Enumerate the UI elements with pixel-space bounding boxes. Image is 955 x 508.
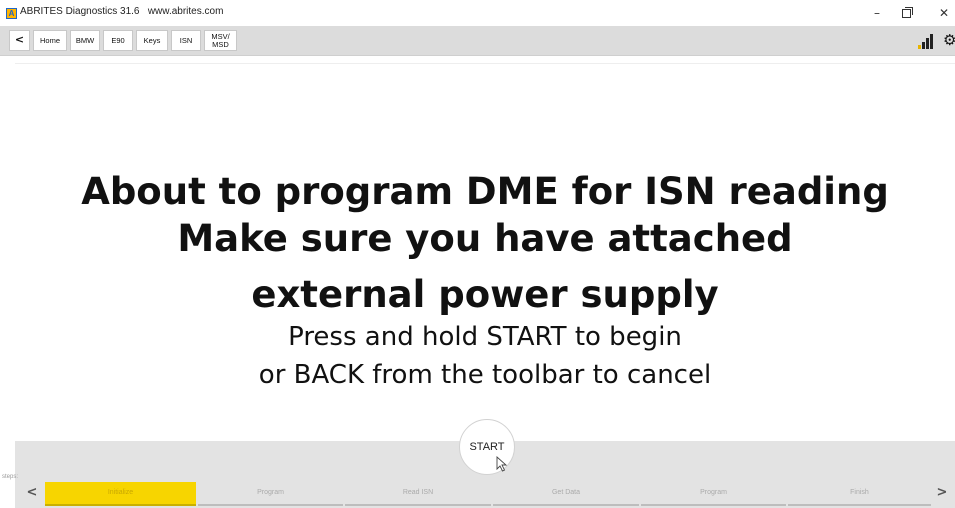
steps-label: steps:: [2, 474, 19, 480]
message-line-1: About to program DME for ISN reading: [81, 170, 889, 213]
breadcrumb-msv-msd[interactable]: MSV/ MSD: [204, 30, 237, 51]
back-button[interactable]: <: [9, 30, 30, 51]
step-get-data: Get Data: [493, 482, 639, 506]
breadcrumb-isn[interactable]: ISN: [171, 30, 201, 51]
title-bar: A ABRITES Diagnostics 31.6 www.abrites.c…: [0, 0, 955, 26]
minimize-button[interactable]: –: [866, 4, 888, 22]
message-line-3: external power supply: [251, 273, 719, 316]
message-panel: About to program DME for ISN reading Mak…: [15, 63, 955, 442]
gear-icon[interactable]: ⚙: [943, 31, 955, 49]
step-finish: Finish: [788, 482, 931, 506]
restore-button[interactable]: [896, 4, 918, 22]
step-initialize: Initialize: [45, 482, 196, 506]
breadcrumb-e90[interactable]: E90: [103, 30, 133, 51]
message-line-5: or BACK from the toolbar to cancel: [258, 360, 712, 390]
steps-prev-button[interactable]: <: [18, 483, 46, 505]
message-line-2: Make sure you have attached: [177, 217, 793, 260]
signal-strength-icon: [918, 33, 938, 49]
step-program-2: Program: [641, 482, 786, 506]
breadcrumb-keys[interactable]: Keys: [136, 30, 168, 51]
mouse-cursor-icon: [496, 456, 508, 472]
app-logo-icon: A: [6, 8, 17, 19]
steps-next-button[interactable]: >: [928, 483, 955, 505]
window-title: ABRITES Diagnostics 31.6 www.abrites.com: [20, 6, 224, 17]
close-button[interactable]: ✕: [933, 4, 955, 22]
step-program: Program: [198, 482, 343, 506]
breadcrumb-bmw[interactable]: BMW: [70, 30, 100, 51]
step-read-isn: Read ISN: [345, 482, 491, 506]
message-line-4: Press and hold START to begin: [288, 322, 682, 352]
breadcrumb-home[interactable]: Home: [33, 30, 67, 51]
restore-icon: [902, 7, 913, 18]
toolbar: < Home BMW E90 Keys ISN MSV/ MSD ⚙: [0, 26, 955, 56]
